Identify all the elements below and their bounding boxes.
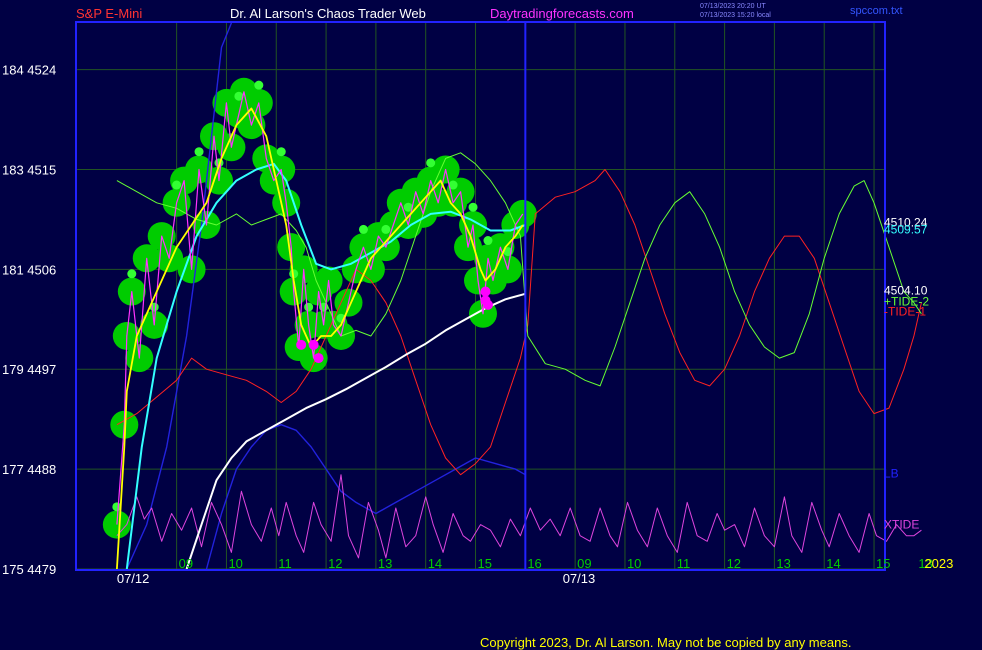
right-label-xtide: XTIDE bbox=[884, 518, 919, 532]
data-file-name: spccom.txt bbox=[850, 5, 903, 17]
x-tick-label-1: 10 bbox=[228, 556, 242, 571]
y-tick-label-0: 175 4479 bbox=[2, 562, 56, 577]
timestamp-local: 07/13/2023 15:20 local bbox=[700, 12, 771, 19]
y-tick-label-4: 183 4515 bbox=[2, 162, 56, 177]
x-tick-label-4: 13 bbox=[378, 556, 392, 571]
x-tick-label-8: 09 bbox=[577, 556, 591, 571]
y-tick-label-2: 179 4497 bbox=[2, 362, 56, 377]
glow-dot-9 bbox=[172, 180, 182, 190]
glow-dot-21 bbox=[254, 80, 264, 90]
turn-dot-3 bbox=[480, 286, 491, 297]
glow-dot-39 bbox=[358, 224, 368, 234]
glow-dot-42 bbox=[381, 224, 391, 234]
copyright-notice: Copyright 2023, Dr. Al Larson. May not b… bbox=[480, 635, 851, 650]
y-tick-label-3: 181 4506 bbox=[2, 262, 56, 277]
chart-title: Dr. Al Larson's Chaos Trader Web bbox=[230, 6, 426, 21]
site-link[interactable]: Daytradingforecasts.com bbox=[490, 6, 634, 21]
date-label-1: 07/13 bbox=[563, 571, 596, 586]
turn-dot-2 bbox=[313, 353, 324, 364]
y-tick-label-5: 184 4524 bbox=[2, 63, 56, 78]
glow-dot-54 bbox=[468, 202, 478, 212]
glow-dot-30 bbox=[304, 302, 314, 312]
x-tick-label-9: 10 bbox=[627, 556, 641, 571]
glow-dot-48 bbox=[426, 158, 436, 168]
instrument-title: S&P E-Mini bbox=[76, 6, 142, 21]
y-tick-label-1: 177 4488 bbox=[2, 462, 56, 477]
x-tick-label-13: 14 bbox=[826, 556, 840, 571]
x-tick-label-11: 12 bbox=[727, 556, 741, 571]
timestamp-utc: 07/13/2023 20:20 UT bbox=[700, 3, 766, 10]
year-label: 2023 bbox=[924, 556, 953, 571]
x-tick-label-7: 16 bbox=[527, 556, 541, 571]
turn-dot-1 bbox=[308, 339, 319, 350]
price-chart: 175 4479 177 4488 179 4497 181 4506 183 4515… bbox=[0, 0, 982, 650]
date-label-0: 07/12 bbox=[117, 571, 150, 586]
turn-dot-0 bbox=[296, 339, 307, 350]
x-tick-label-3: 12 bbox=[328, 556, 342, 571]
glow-blob-62 bbox=[508, 199, 537, 228]
right-label-lb: LB bbox=[884, 467, 899, 481]
x-tick-label-12: 13 bbox=[776, 556, 790, 571]
x-tick-label-10: 11 bbox=[677, 556, 691, 571]
x-tick-label-6: 15 bbox=[478, 556, 492, 571]
glow-dot-3 bbox=[127, 269, 137, 279]
glow-dot-24 bbox=[276, 147, 286, 157]
turn-dot-5 bbox=[482, 299, 493, 310]
right-label-tide1: -TIDE-1 bbox=[884, 305, 926, 319]
glow-dot-12 bbox=[194, 147, 204, 157]
x-tick-label-2: 11 bbox=[278, 556, 292, 571]
right-label-450957: 4509.57 bbox=[884, 223, 928, 237]
x-tick-label-14: 15 bbox=[876, 556, 890, 571]
glow-dot-57 bbox=[483, 236, 493, 246]
x-tick-label-0: 09 bbox=[179, 556, 193, 571]
x-tick-label-5: 14 bbox=[428, 556, 442, 571]
